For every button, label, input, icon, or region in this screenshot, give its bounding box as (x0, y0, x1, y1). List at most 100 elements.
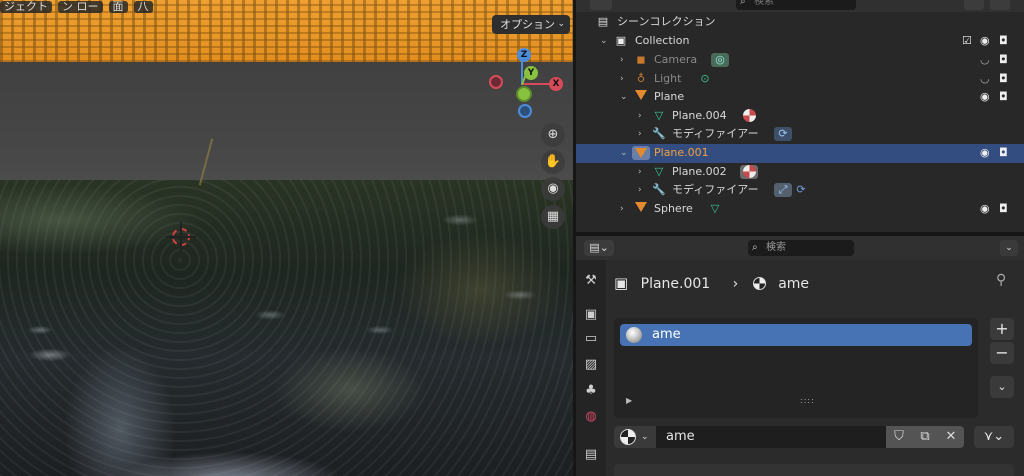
options-dropdown[interactable]: オプション ⌄ (492, 15, 570, 34)
material-slot-list[interactable]: ame ▶ :::: (614, 318, 978, 418)
chevron-down-icon[interactable]: ⌄ (620, 144, 628, 163)
scene-tab-icon[interactable]: ♣ (580, 380, 602, 402)
outliner-row-label: Plane (654, 90, 685, 103)
zoom-icon[interactable]: ⊕ (541, 123, 565, 147)
outliner-row-plane[interactable]: ⌄ Plane ◉ ◘ (576, 88, 1024, 107)
outliner-row-light[interactable]: › ♁ Light ⊙ ◡ ◘ (576, 70, 1024, 89)
checkbox-icon[interactable]: ☑ (962, 32, 972, 51)
chevron-down-icon[interactable]: ⌄ (1000, 240, 1018, 256)
new-collection-button[interactable] (990, 0, 1010, 10)
outliner-header: ⌕ 検索 (576, 0, 1024, 12)
slot-specials-button[interactable]: ⌄ (990, 376, 1014, 398)
outliner-row-plane-004[interactable]: › ▽ Plane.004 (576, 107, 1024, 126)
camera-render-icon[interactable]: ◘ (999, 51, 1008, 70)
outliner-row-label: モディファイアー (672, 183, 759, 196)
outliner-row-plane-002[interactable]: › ▽ Plane.002 (576, 163, 1024, 182)
collapsed-panel-header[interactable] (614, 464, 1014, 476)
eye-icon[interactable]: ◉ (980, 88, 990, 107)
editor-type-dropdown[interactable]: ▤⌄ (584, 240, 614, 256)
eye-closed-icon[interactable]: ◡ (980, 70, 990, 89)
navigation-gizmo[interactable]: Z Y X (488, 46, 568, 122)
collection-tab-icon[interactable]: ▤ (580, 444, 602, 466)
gizmo-neg-x[interactable] (489, 75, 503, 89)
browse-material-button[interactable]: ⌄ (614, 426, 656, 448)
play-icon[interactable]: ▶ (626, 396, 632, 405)
camera-data-icon: ◎ (711, 53, 729, 67)
chevron-right-icon[interactable]: › (638, 125, 642, 144)
chevron-right-icon[interactable]: › (638, 163, 642, 182)
material-name-field[interactable]: ame (656, 426, 886, 448)
chevron-down-icon[interactable]: ⌄ (600, 32, 608, 51)
slot-name: ame (652, 327, 681, 342)
light-object-icon: ♁ (636, 72, 646, 85)
render-tab-icon[interactable]: ▣ (580, 304, 602, 326)
output-tab-icon[interactable]: ▭ (580, 328, 602, 350)
gizmo-z-axis[interactable]: Z (517, 48, 531, 62)
pin-icon[interactable]: ⚲ (996, 272, 1006, 288)
camera-render-icon[interactable]: ◘ (999, 70, 1008, 89)
camera-render-icon[interactable]: ◘ (999, 32, 1008, 51)
chevron-right-icon[interactable]: › (638, 181, 642, 200)
chevron-right-icon[interactable]: › (620, 200, 624, 219)
properties-tabs: ⚒ ▣ ▭ ▨ ♣ ◍ ▤ (576, 260, 606, 476)
header-item-global[interactable]: ン ロー (58, 1, 103, 13)
camera-render-icon[interactable]: ◘ (999, 88, 1008, 107)
gizmo-neg-z[interactable] (518, 104, 532, 118)
chevron-right-icon[interactable]: › (620, 70, 624, 89)
properties-search-input[interactable]: ⌕ 検索 (748, 240, 854, 256)
world-tab-icon[interactable]: ◍ (580, 406, 602, 428)
view-layer-tab-icon[interactable]: ▨ (580, 354, 602, 376)
chevron-right-icon[interactable]: › (638, 107, 642, 126)
outliner-row-plane-001[interactable]: ⌄ Plane.001 ◉ ◘ (576, 144, 1024, 163)
breadcrumb-material: ame (778, 276, 810, 292)
material-icon (620, 429, 636, 445)
outliner-row-collection[interactable]: ⌄ ▣ Collection ☑ ◉ ◘ (576, 32, 1024, 51)
fake-user-shield-icon[interactable]: ⛉ (886, 426, 912, 448)
grid-icon[interactable]: ▦ (541, 205, 565, 229)
outliner-row-sphere[interactable]: › Sphere ▽ ◉ ◘ (576, 200, 1024, 219)
node-link-button[interactable]: ⋎⌄ (974, 426, 1014, 448)
outliner-row-modifiers[interactable]: › 🔧 モディファイアー ⟳ (576, 125, 1024, 144)
unlink-material-icon[interactable]: ✕ (938, 426, 964, 448)
outliner-row-modifiers-2[interactable]: › 🔧 モディファイアー ⤢ ⟳ (576, 181, 1024, 200)
outliner-panel: ⌕ 検索 ▤ シーンコレクション ⌄ ▣ Collection ☑ ◉ ◘ › … (576, 0, 1024, 232)
chevron-down-icon[interactable]: ⌄ (620, 88, 628, 107)
camera-render-icon[interactable]: ◘ (999, 200, 1008, 219)
gizmo-x-axis[interactable]: X (549, 77, 563, 91)
wrench-icon: 🔧 (652, 183, 666, 196)
mesh-data-icon: ▽ (654, 109, 664, 122)
header-item-surface[interactable]: 面 (108, 1, 128, 13)
filter-button[interactable] (964, 0, 984, 10)
chevron-right-icon[interactable]: › (620, 51, 624, 70)
gizmo-y-axis[interactable]: Y (524, 66, 538, 80)
gizmo-neg-y[interactable] (516, 86, 532, 102)
object-icon: ▣ (614, 274, 629, 292)
search-icon: ⌕ (752, 242, 758, 253)
wrench-icon: 🔧 (652, 127, 666, 140)
material-slot-row[interactable]: ame (620, 324, 972, 346)
remove-slot-button[interactable]: − (990, 342, 1014, 364)
eye-icon[interactable]: ◉ (980, 200, 990, 219)
outliner-row-label: Collection (635, 34, 690, 47)
outliner-row-camera[interactable]: › ◼ Camera ◎ ◡ ◘ (576, 51, 1024, 70)
header-item-proportional[interactable]: 八 (133, 1, 153, 13)
eye-icon[interactable]: ◉ (980, 144, 990, 163)
options-label: オプション (500, 18, 555, 31)
tool-tab-icon[interactable]: ⚒ (580, 270, 602, 292)
breadcrumb-object: Plane.001 (640, 276, 711, 292)
hand-icon[interactable]: ✋ (541, 150, 565, 174)
3d-viewport[interactable]: ジェクト ン ロー 面 八 オプション ⌄ Z Y X ⊕ ✋ ◉ ▦ (0, 0, 573, 476)
outliner-search-input[interactable]: ⌕ 検索 (736, 0, 856, 10)
material-icon (752, 276, 766, 292)
mesh-data-icon: ▽ (710, 202, 720, 215)
outliner-editor-type[interactable] (590, 0, 612, 10)
header-item-object[interactable]: ジェクト (0, 1, 52, 13)
add-slot-button[interactable]: + (990, 318, 1014, 340)
eye-closed-icon[interactable]: ◡ (980, 51, 990, 70)
camera-render-icon[interactable]: ◘ (999, 144, 1008, 163)
duplicate-material-icon[interactable]: ⧉ (912, 426, 938, 448)
camera-icon[interactable]: ◉ (541, 177, 565, 201)
outliner-row-scene-collection[interactable]: ▤ シーンコレクション (576, 13, 1024, 32)
eye-icon[interactable]: ◉ (980, 32, 990, 51)
resize-grip-icon[interactable]: :::: (800, 396, 815, 405)
